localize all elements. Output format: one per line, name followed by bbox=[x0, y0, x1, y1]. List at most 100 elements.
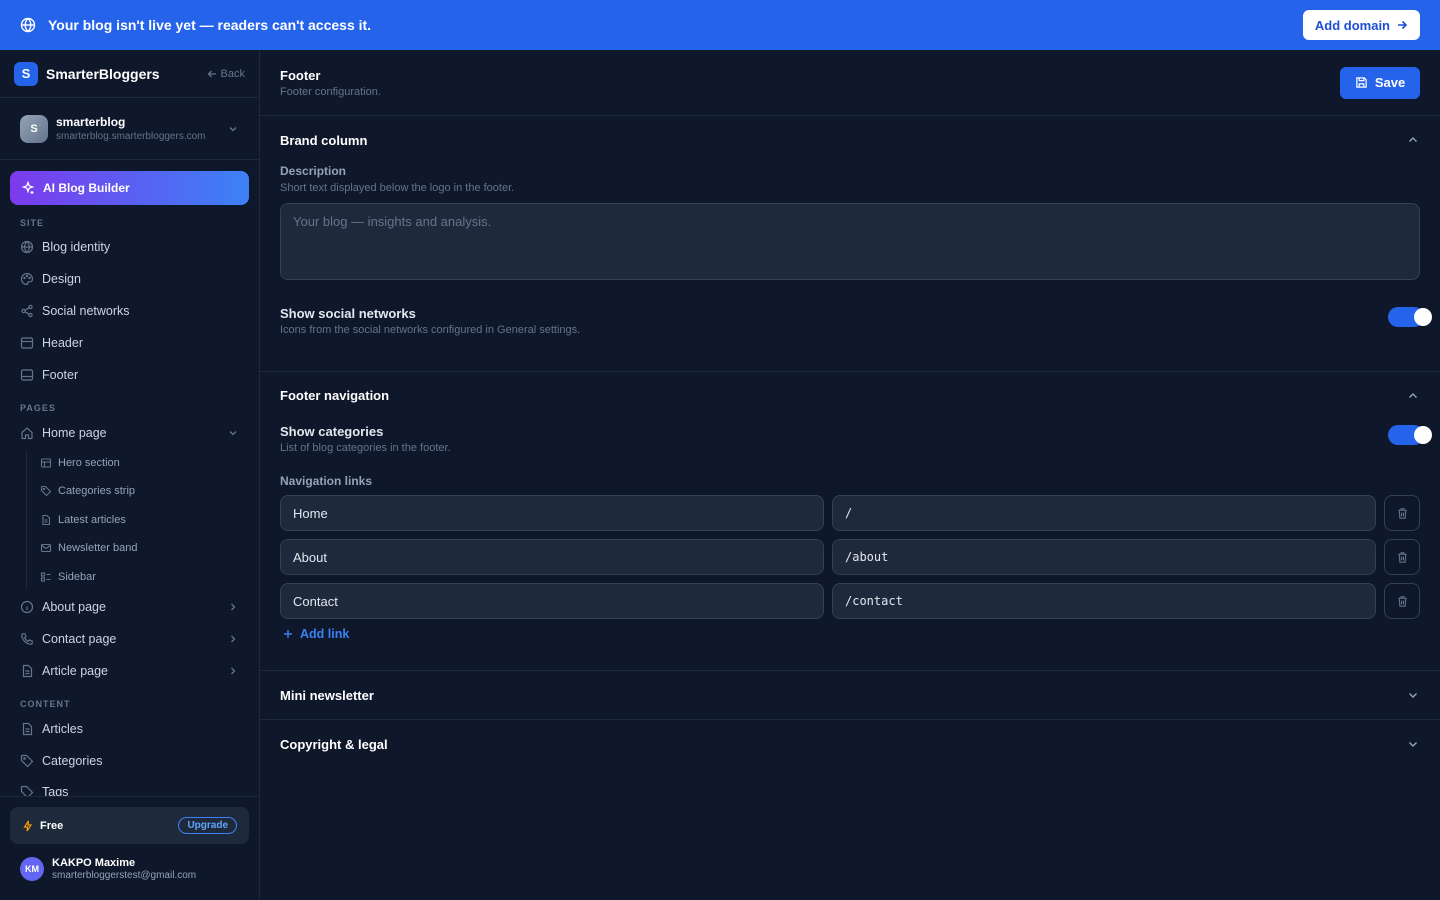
social-networks-label: Show social networks bbox=[280, 306, 416, 321]
subnav-item-latest-articles[interactable]: Latest articles bbox=[40, 508, 126, 532]
banner-message: Your blog isn't live yet — readers can't… bbox=[48, 17, 372, 33]
subnav-item-label: Hero section bbox=[58, 457, 120, 469]
site-switcher[interactable]: S smarterblog smarterblog.smarterblogger… bbox=[0, 98, 259, 160]
home-icon bbox=[20, 426, 34, 440]
sidebar-item-social-networks[interactable]: Social networks bbox=[10, 297, 249, 325]
user-email: smarterbloggerstest@gmail.com bbox=[52, 870, 197, 881]
panel-footer-navigation: Footer navigation Show categories List o… bbox=[260, 372, 1440, 671]
sidebar-item-header[interactable]: Header bbox=[10, 329, 249, 357]
toggle-knob bbox=[1414, 308, 1432, 326]
file-icon bbox=[20, 664, 34, 678]
delete-link-button[interactable] bbox=[1384, 583, 1420, 619]
layout-icon bbox=[40, 457, 52, 469]
chevron-down-icon bbox=[1406, 688, 1420, 702]
panel-header-footer-navigation[interactable]: Footer navigation bbox=[280, 372, 1420, 419]
link-label-input[interactable]: Contact bbox=[280, 583, 824, 619]
brand-bar: S SmarterBloggers Back bbox=[0, 50, 259, 98]
add-link-button[interactable]: Add link bbox=[282, 627, 1420, 641]
upgrade-button[interactable]: Upgrade bbox=[178, 817, 237, 834]
ai-blog-builder-button[interactable]: AI Blog Builder bbox=[10, 171, 249, 205]
section-label-content: CONTENT bbox=[20, 699, 71, 709]
sidebar-item-about-page[interactable]: About page bbox=[10, 593, 249, 621]
subnav-item-categories-strip[interactable]: Categories strip bbox=[40, 479, 135, 503]
arrow-left-icon bbox=[207, 69, 217, 79]
palette-icon bbox=[20, 272, 34, 286]
sidebar-item-label: Design bbox=[42, 272, 81, 286]
file-icon bbox=[40, 514, 52, 526]
subnav-guide-line bbox=[26, 450, 27, 590]
brand-name: SmarterBloggers bbox=[46, 65, 160, 82]
sidebar-item-home-page[interactable]: Home page bbox=[10, 419, 249, 447]
panel-title: Footer navigation bbox=[280, 388, 390, 403]
subnav-item-sidebar[interactable]: Sidebar bbox=[40, 565, 96, 589]
sidebar: S SmarterBloggers Back S smarterblog sma… bbox=[0, 50, 260, 900]
site-name: smarterblog bbox=[56, 115, 126, 129]
page-subtitle: Footer configuration. bbox=[280, 85, 381, 98]
sidebar-item-tags[interactable]: Tags bbox=[10, 779, 249, 797]
sidebar-item-contact-page[interactable]: Contact page bbox=[10, 625, 249, 653]
subnav-item-newsletter-band[interactable]: Newsletter band bbox=[40, 536, 138, 560]
sidebar-item-label: Home page bbox=[42, 426, 107, 440]
brand-logo: S bbox=[14, 61, 38, 86]
arrow-right-icon bbox=[1396, 19, 1408, 31]
navigation-links-label: Navigation links bbox=[280, 474, 373, 488]
categories-toggle[interactable] bbox=[1388, 425, 1432, 445]
subnav-item-hero-section[interactable]: Hero section bbox=[40, 451, 120, 475]
subnav-item-label: Sidebar bbox=[58, 571, 96, 583]
sidebar-item-blog-identity[interactable]: Blog identity bbox=[10, 233, 249, 261]
sidebar-item-footer[interactable]: Footer bbox=[10, 361, 249, 389]
panel-header-brand-column[interactable]: Brand column bbox=[280, 116, 1420, 164]
categories-label: Show categories bbox=[280, 424, 384, 439]
save-icon bbox=[1355, 76, 1368, 89]
save-button[interactable]: Save bbox=[1340, 66, 1420, 99]
status-banner: Your blog isn't live yet — readers can't… bbox=[0, 0, 1440, 50]
chevron-right-icon bbox=[227, 633, 239, 645]
panel-header-mini-newsletter[interactable]: Mini newsletter bbox=[280, 671, 1420, 719]
globe-icon bbox=[20, 17, 36, 33]
panel-title: Mini newsletter bbox=[280, 687, 374, 703]
back-label: Back bbox=[220, 67, 245, 80]
user-profile[interactable]: KM KAKPO Maxime smarterbloggerstest@gmai… bbox=[20, 857, 196, 881]
share-icon bbox=[20, 304, 34, 318]
add-domain-button[interactable]: Add domain bbox=[1302, 10, 1420, 40]
sidebar-item-label: Blog identity bbox=[42, 240, 111, 254]
tag-icon bbox=[20, 754, 34, 768]
sidebar-item-label: About page bbox=[42, 600, 106, 614]
toggle-knob bbox=[1414, 426, 1432, 444]
sidebar-item-label: Contact page bbox=[42, 632, 117, 646]
sparkles-icon bbox=[21, 181, 35, 195]
plan-box: Free Upgrade bbox=[10, 807, 249, 844]
back-link[interactable]: Back bbox=[207, 68, 245, 80]
add-link-label: Add link bbox=[300, 627, 350, 641]
description-help: Short text displayed below the logo in t… bbox=[280, 182, 515, 194]
chevron-right-icon bbox=[227, 601, 239, 613]
sidebar-item-articles[interactable]: Articles bbox=[10, 715, 249, 743]
link-url-input[interactable]: / bbox=[832, 495, 1376, 531]
delete-link-button[interactable] bbox=[1384, 495, 1420, 531]
globe-icon bbox=[20, 240, 34, 254]
chevron-up-icon bbox=[1406, 133, 1420, 147]
trash-icon bbox=[1396, 595, 1409, 608]
layout-icon bbox=[20, 336, 34, 350]
sidebar-item-categories[interactable]: Categories bbox=[10, 747, 249, 775]
description-textarea[interactable]: Your blog — insights and analysis. bbox=[280, 203, 1420, 280]
subnav-item-label: Categories strip bbox=[58, 485, 136, 497]
phone-icon bbox=[20, 632, 34, 646]
link-url-input[interactable]: /contact bbox=[832, 583, 1376, 619]
link-label-input[interactable]: Home bbox=[280, 495, 824, 531]
link-url-input[interactable]: /about bbox=[832, 539, 1376, 575]
user-name: KAKPO Maxime bbox=[52, 857, 136, 869]
sidebar-item-article-page[interactable]: Article page bbox=[10, 657, 249, 685]
delete-link-button[interactable] bbox=[1384, 539, 1420, 575]
section-label-pages: PAGES bbox=[20, 403, 56, 413]
panel-header-copyright-legal[interactable]: Copyright & legal bbox=[280, 720, 1420, 768]
sidebar-item-design[interactable]: Design bbox=[10, 265, 249, 293]
link-label-input[interactable]: About bbox=[280, 539, 824, 575]
chevron-down-icon bbox=[1406, 737, 1420, 751]
layout-icon bbox=[20, 368, 34, 382]
social-networks-row: Show social networks Icons from the soci… bbox=[280, 306, 1432, 336]
avatar: KM bbox=[20, 857, 44, 881]
page-header: Footer Footer configuration. Save bbox=[260, 50, 1440, 116]
social-networks-toggle[interactable] bbox=[1388, 307, 1432, 327]
panel-copyright-legal: Copyright & legal bbox=[260, 720, 1440, 768]
